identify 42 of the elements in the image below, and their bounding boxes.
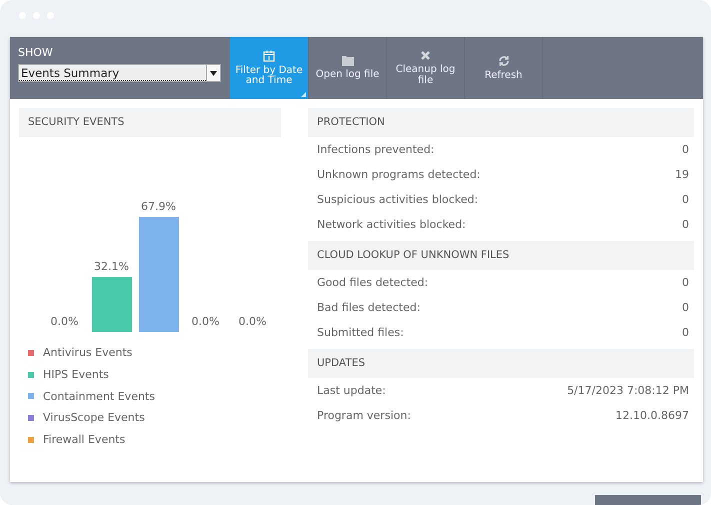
value-label: 32.1% [93, 260, 130, 274]
value-label: 0.0% [50, 315, 80, 328]
legend-label: HIPS Events [43, 368, 109, 382]
stat-value: 0 [682, 143, 689, 156]
section-header: UPDATES [308, 349, 694, 378]
legend-label: Firewall Events [43, 433, 126, 446]
show-label: SHOW [18, 46, 54, 59]
corner-mark-icon [301, 92, 306, 97]
stat-value: 0 [682, 218, 689, 231]
stat-label: Unknown programs detected: [317, 168, 480, 181]
stat-value: 5/17/2023 7:08:12 PM [567, 384, 689, 397]
section-header: CLOUD LOOKUP OF UNKNOWN FILES [308, 241, 694, 270]
toolbar-button[interactable]: Filter by Date and Time [230, 37, 308, 99]
stat-label: Bad files detected: [317, 301, 420, 314]
stat-value: 19 [675, 168, 689, 181]
stat-value: 0 [682, 276, 689, 289]
stat-label: Program version: [317, 409, 411, 422]
legend-label: Containment Events [43, 390, 155, 403]
stat-label: Infections prevented: [317, 143, 434, 156]
close-icon [420, 50, 431, 61]
value-label: 0.0% [190, 315, 220, 328]
stat-label: Network activities blocked: [317, 218, 466, 231]
section-header: PROTECTION [308, 108, 694, 137]
refresh-icon [498, 54, 510, 67]
calendar-icon [263, 50, 275, 62]
stat-label: Submitted files: [317, 326, 404, 339]
stat-label: Suspicious activities blocked: [317, 193, 478, 206]
chart-bar [92, 277, 132, 332]
stat-value: 0 [682, 326, 689, 339]
stat-value: 0 [682, 301, 689, 314]
value-label: 0.0% [238, 315, 268, 328]
section-header: SECURITY EVENTS [19, 108, 281, 137]
dropdown-arrow-icon [210, 70, 217, 76]
stat-value: 0 [682, 193, 689, 206]
value-label: 67.9% [140, 200, 177, 213]
folder-icon [342, 55, 354, 66]
stat-value: 12.10.0.8697 [616, 409, 689, 422]
legend-label: VirusScope Events [43, 411, 145, 424]
legend-label: Antivirus Events [43, 346, 132, 360]
stat-label: Good files detected: [317, 276, 428, 289]
stat-label: Last update: [317, 384, 386, 397]
view-dropdown[interactable]: Events Summary [18, 64, 221, 82]
